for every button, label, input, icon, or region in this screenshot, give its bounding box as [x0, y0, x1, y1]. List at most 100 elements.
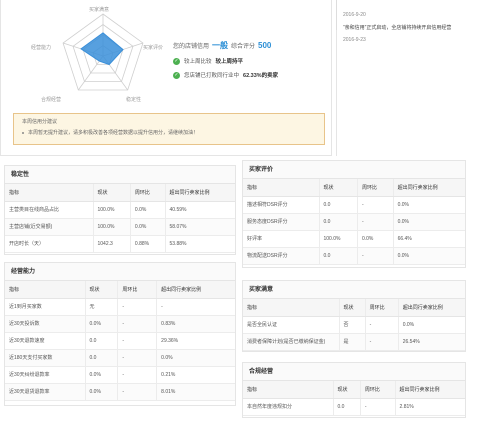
- cell: -: [357, 213, 394, 231]
- cell: 2.81%: [395, 398, 465, 416]
- col-header: 现状: [93, 184, 131, 202]
- check-line-week: ✓ 较上周比较 较上周持平: [173, 57, 333, 65]
- cell: 0.0%: [398, 316, 465, 334]
- radar-axis-label: 经营能力: [31, 45, 52, 51]
- cell: 66.4%: [393, 230, 465, 248]
- cell: -: [117, 349, 158, 367]
- operation-table: 指标 现状 周环比 超出同行卖家比例 近1到月买家数 无 - - 近30天投诉数…: [5, 281, 235, 401]
- cell: 0.21%: [156, 366, 235, 384]
- credit-level: 一般: [212, 41, 229, 50]
- cell: 0.0: [85, 349, 119, 367]
- col-header: 周环比: [130, 184, 166, 202]
- table-row: 开店时长（天） 1042.3 0.88% 53.88%: [5, 235, 235, 253]
- radar-svg: [62, 13, 144, 91]
- notice-text: 本周暂无提升建议，请多积极改善各项经营数据以提升信用分，请继续加油！: [28, 130, 199, 136]
- radar-value-area: [80, 32, 124, 66]
- timeline-date: 2016-9-23: [343, 37, 366, 43]
- timeline-item: “亲和信用”正式启动，全店铺将持续开启信用经营: [343, 24, 499, 31]
- compliance-panel: 合规经营 指标 现状 周环比 超出同行卖家比例 本自然年度违规扣分 0.0 - …: [242, 362, 466, 418]
- cell: -: [357, 247, 394, 265]
- timeline-date: 2016-9-20: [343, 12, 366, 18]
- check-line-rank: ✓ 您店铺已打败同行业中 62.33%的卖家: [173, 71, 333, 79]
- check-text: 较上周比较: [184, 59, 212, 65]
- table-header-row: 指标 现状 周环比 超出同行卖家比例: [243, 299, 465, 317]
- credit-level-line: 您的店铺信用 一般 综合评分 500: [173, 40, 333, 51]
- compliance-table: 指标 现状 周环比 超出同行卖家比例 本自然年度违规扣分 0.0 - 2.81%: [243, 381, 465, 416]
- credit-summary: 您的店铺信用 一般 综合评分 500 ✓ 较上周比较 较上周持平 ✓ 您店铺已打…: [173, 40, 333, 79]
- cell: 是否全民认证: [243, 316, 340, 334]
- check-bold: 较上周持平: [215, 59, 244, 65]
- table-row: 物流配送DSR评分 0.0 - 0.0%: [243, 247, 465, 265]
- credit-prefix: 您的店铺信用: [173, 44, 210, 50]
- table-header-row: 指标 现状 周环比 超出同行卖家比例: [5, 281, 235, 299]
- col-header: 周环比: [357, 179, 394, 197]
- cell: 本自然年度违规扣分: [243, 398, 334, 416]
- cell: 主营类目在线商品占比: [5, 201, 94, 219]
- cell: 0.0%: [393, 213, 465, 231]
- cell: 近30天纠纷退款率: [5, 366, 86, 384]
- cell: 0.0: [319, 247, 358, 265]
- col-header: 指标: [243, 381, 334, 399]
- cell: 0.0%: [85, 315, 119, 333]
- cell: 0.0%: [85, 383, 119, 401]
- cell: 无: [85, 298, 119, 316]
- cell: 主营店铺(近交易额): [5, 218, 94, 236]
- cell: -: [360, 398, 396, 416]
- table-row: 近30天纠纷退款率 0.0% - 0.21%: [5, 366, 235, 384]
- panel-title: 合规经营: [243, 363, 465, 381]
- cell: 0.0: [319, 196, 358, 214]
- cell: 近30天退款速度: [5, 332, 86, 350]
- cell: 29.36%: [156, 332, 235, 350]
- cell: 0.0: [333, 398, 361, 416]
- col-header: 指标: [243, 299, 340, 317]
- cell: -: [117, 315, 158, 333]
- cell: 0.0%: [393, 247, 465, 265]
- table-row: 消费者保障计划(是否已缴纳保证金) 是 - 26.54%: [243, 333, 465, 351]
- credit-overview-panel: 买家满意 买家评价 稳定性 合规经营 经营能力 您的店铺信用 一般 综合评分 5…: [0, 0, 332, 156]
- notice-title: 本周信用分建议: [22, 119, 58, 125]
- col-header: 指标: [5, 281, 86, 299]
- cell: 8.01%: [156, 383, 235, 401]
- cell: 近180天支付买家数: [5, 349, 86, 367]
- radar-axis-label: 稳定性: [126, 97, 142, 103]
- panel-title: 买家评价: [243, 161, 465, 179]
- table-row: 近30天退款速度 0.0 - 29.36%: [5, 332, 235, 350]
- col-header: 周环比: [365, 299, 399, 317]
- table-row: 描述相符DSR评分 0.0 - 0.0%: [243, 196, 465, 214]
- cell: -: [117, 332, 158, 350]
- cell: 100.0%: [93, 218, 131, 236]
- cell: 0.83%: [156, 315, 235, 333]
- table-row: 主营店铺(近交易额) 100.0% 0.0% 58.07%: [5, 218, 235, 236]
- buyer-review-table: 指标 现状 周环比 超出同行卖家比例 描述相符DSR评分 0.0 - 0.0% …: [243, 179, 465, 265]
- cell: 近30天退货退款率: [5, 383, 86, 401]
- cell: 58.07%: [165, 218, 235, 236]
- cell: 0.0%: [393, 196, 465, 214]
- timeline-text: “亲和信用”正式启动，全店铺将持续开启信用经营: [343, 25, 452, 31]
- col-header: 周环比: [360, 381, 396, 399]
- table-header-row: 指标 现状 周环比 超出同行卖家比例: [243, 381, 465, 399]
- suggestion-notice: 本周信用分建议 本周暂无提升建议，请多积极改善各项经营数据以提升信用分，请继续加…: [13, 113, 325, 145]
- cell: -: [357, 196, 394, 214]
- table-row: 近180天支付买家数 0.0 - 0.0%: [5, 349, 235, 367]
- table-header-row: 指标 现状 周环比 超出同行卖家比例: [243, 179, 465, 197]
- cell: 53.88%: [165, 235, 235, 253]
- cell: 0.88%: [130, 235, 166, 253]
- check-icon: ✓: [173, 57, 180, 65]
- cell: 开店时长（天）: [5, 235, 94, 253]
- notice-text-line: 本周暂无提升建议，请多积极改善各项经营数据以提升信用分，请继续加油！: [22, 129, 316, 136]
- cell: 100.0%: [93, 201, 131, 219]
- cell: -: [156, 298, 235, 316]
- cell: 物流配送DSR评分: [243, 247, 320, 265]
- cell: 0.0: [85, 332, 119, 350]
- col-header: 超出同行卖家比例: [393, 179, 465, 197]
- cell: -: [365, 333, 399, 351]
- col-header: 超出同行卖家比例: [398, 299, 465, 317]
- col-header: 周环比: [117, 281, 158, 299]
- col-header: 指标: [243, 179, 320, 197]
- credit-score: 500: [258, 41, 272, 50]
- panel-title: 稳定性: [5, 166, 235, 184]
- stability-panel: 稳定性 指标 现状 周环比 超出同行卖家比例 主营类目在线商品占比 100.0%…: [4, 165, 236, 255]
- buyer-satisfaction-table: 指标 现状 周环比 超出同行卖家比例 是否全民认证 否 - 0.0% 消费者保障…: [243, 299, 465, 351]
- cell: 0.0%: [85, 366, 119, 384]
- col-header: 超出同行卖家比例: [156, 281, 235, 299]
